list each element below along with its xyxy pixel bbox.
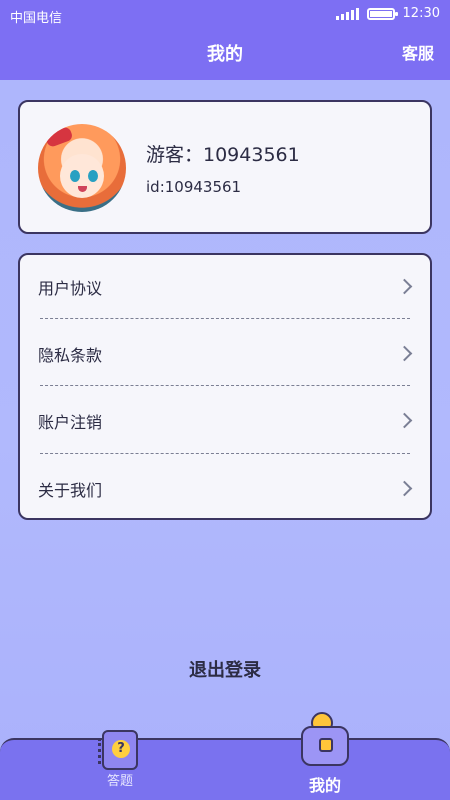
- divider: [40, 385, 410, 386]
- page-title: 我的: [207, 44, 243, 65]
- menu-item-about-us[interactable]: 关于我们: [20, 463, 430, 515]
- logout-button[interactable]: 退出登录: [0, 656, 450, 682]
- chevron-right-icon: [396, 345, 413, 362]
- wallet-icon: [297, 712, 353, 772]
- divider: [40, 453, 410, 454]
- battery-icon: [366, 7, 398, 20]
- chevron-right-icon: [396, 412, 413, 429]
- menu-item-user-agreement[interactable]: 用户协议: [20, 261, 430, 313]
- question-mark-icon: ?: [112, 740, 130, 758]
- wallet-clasp: [319, 738, 333, 752]
- menu-item-account-deletion[interactable]: 账户注销: [20, 395, 430, 447]
- menu-item-privacy-policy[interactable]: 隐私条款: [20, 328, 430, 380]
- menu-item-label: 关于我们: [38, 481, 103, 500]
- top-bar: 中国电信 12:30 我的 客服: [0, 0, 450, 80]
- divider: [40, 318, 410, 319]
- tab-quiz[interactable]: ? 答题: [88, 730, 152, 789]
- signal-icon: [335, 7, 359, 20]
- chevron-right-icon: [396, 278, 413, 295]
- menu-item-label: 用户协议: [38, 279, 103, 298]
- carrier-label: 中国电信: [10, 11, 63, 26]
- customer-service-button[interactable]: 客服: [402, 40, 434, 64]
- avatar[interactable]: [38, 124, 126, 212]
- user-id: id:10943561: [146, 178, 242, 196]
- settings-menu: 用户协议 隐私条款 账户注销 关于我们: [18, 253, 432, 520]
- bow-icon: [44, 125, 74, 149]
- menu-item-label: 隐私条款: [38, 346, 103, 365]
- notebook-rings: [98, 738, 109, 764]
- status-bar: 中国电信 12:30: [0, 0, 450, 32]
- chevron-right-icon: [396, 480, 413, 497]
- avatar-eye: [70, 170, 80, 182]
- avatar-eye: [88, 170, 98, 182]
- menu-item-label: 账户注销: [38, 413, 103, 432]
- status-right: 12:30: [335, 6, 440, 21]
- tab-label: 答题: [106, 774, 133, 789]
- tab-bar: [0, 738, 450, 800]
- clock: 12:30: [402, 6, 440, 21]
- quiz-notebook-icon: ?: [98, 730, 138, 770]
- username: 游客：10943561: [146, 144, 300, 166]
- profile-card[interactable]: 游客：10943561 id:10943561: [18, 100, 432, 234]
- tab-mine[interactable]: 我的: [290, 712, 360, 796]
- tab-label: 我的: [308, 776, 341, 795]
